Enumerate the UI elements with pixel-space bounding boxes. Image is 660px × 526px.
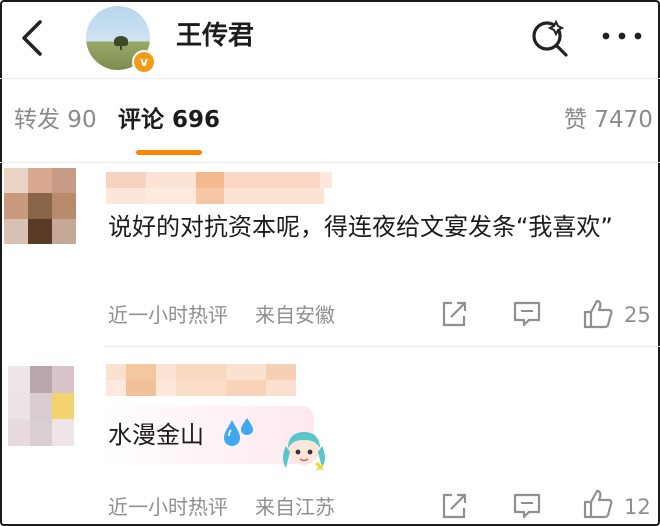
comment-username-blurred[interactable] xyxy=(106,172,332,188)
reply-icon[interactable] xyxy=(512,300,542,328)
like-count: 25 xyxy=(624,303,651,327)
thumbs-up-icon[interactable] xyxy=(582,488,614,520)
comment-username-blurred-2 xyxy=(106,380,296,396)
comment-avatar-blurred[interactable] xyxy=(4,168,76,244)
like-count: 12 xyxy=(624,495,651,519)
more-icon[interactable] xyxy=(600,26,644,46)
tab-likes[interactable]: 赞 7470 xyxy=(564,104,653,136)
reply-icon[interactable] xyxy=(512,492,542,520)
comment-username-blurred-2 xyxy=(106,188,324,204)
comment-location: 来自江苏 xyxy=(255,495,335,519)
comment-avatar-blurred[interactable] xyxy=(8,366,74,446)
tab-active-indicator xyxy=(136,150,202,155)
back-arrow-icon[interactable] xyxy=(18,18,48,58)
comment-location: 来自安徽 xyxy=(255,303,335,327)
header-divider xyxy=(0,78,660,79)
thumbs-up-icon[interactable] xyxy=(582,298,614,330)
verified-badge: v xyxy=(132,50,156,74)
droplets-emoji-icon xyxy=(224,418,253,446)
comment-username-blurred[interactable] xyxy=(106,364,296,380)
comment-time: 近一小时热评 xyxy=(108,303,228,327)
tabs-divider xyxy=(0,162,660,163)
search-icon[interactable] xyxy=(528,16,572,60)
comment-text: 水漫金山 xyxy=(108,421,204,449)
page-title: 王传君 xyxy=(176,21,255,51)
share-icon[interactable] xyxy=(440,300,468,328)
anime-character-emoji-icon xyxy=(283,432,325,471)
share-icon[interactable] xyxy=(440,492,468,520)
comment-text: 说好的对抗资本呢，得连夜给文宴发条“我喜欢” xyxy=(108,213,613,241)
tab-comments[interactable]: 评论 696 xyxy=(118,104,220,136)
tab-reposts[interactable]: 转发 90 xyxy=(14,104,97,136)
comment-time: 近一小时热评 xyxy=(108,495,228,519)
comment-divider xyxy=(104,346,660,347)
avatar-trunk xyxy=(120,44,122,50)
